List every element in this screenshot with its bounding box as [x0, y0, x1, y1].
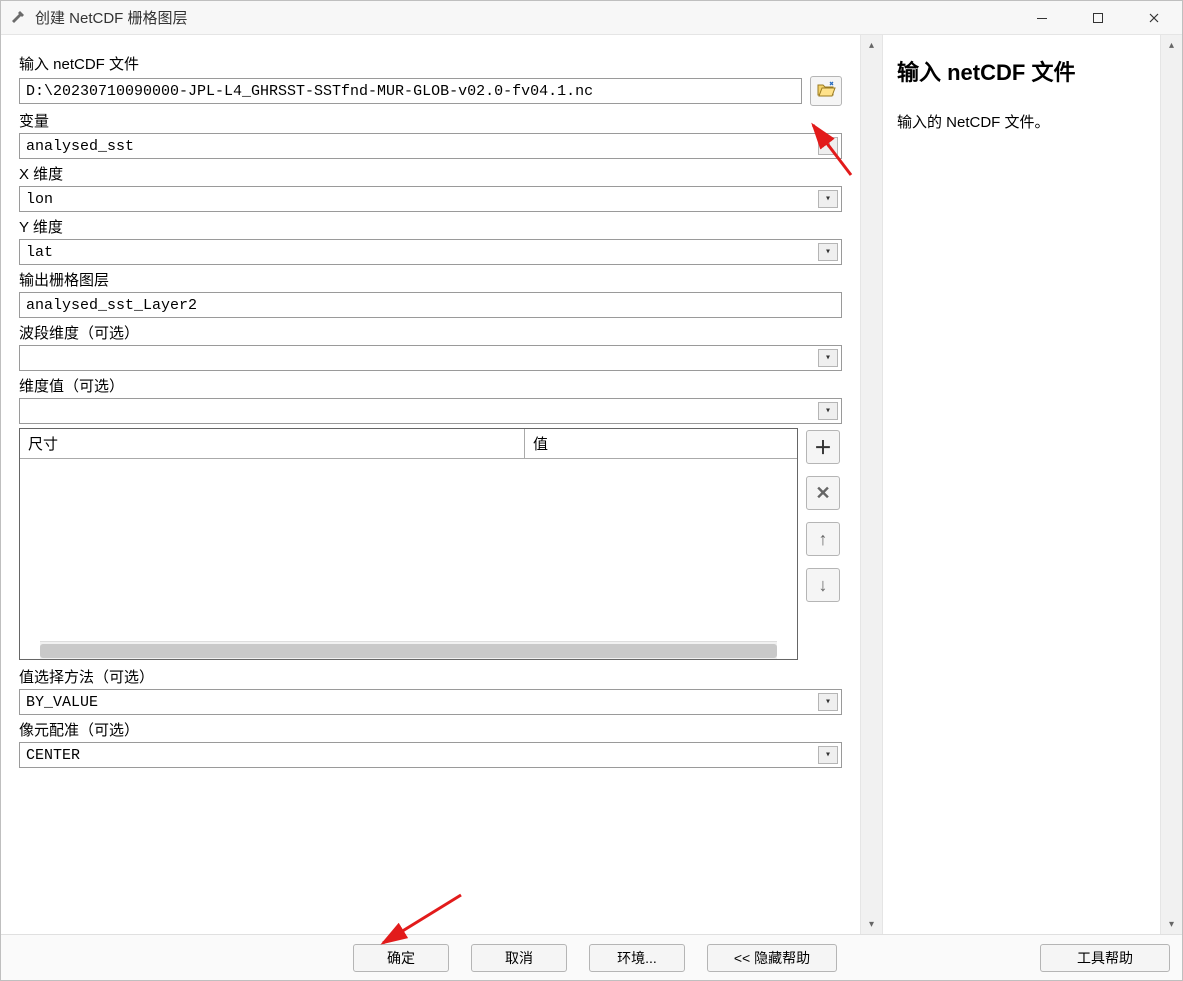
input-netcdf-field[interactable]: D:\20230710090000-JPL-L4_GHRSST-SSTfnd-M…: [19, 78, 802, 104]
chevron-down-icon: ▾: [818, 693, 838, 711]
tool-help-button[interactable]: 工具帮助: [1040, 944, 1170, 972]
chevron-down-icon: ▾: [818, 402, 838, 420]
dim-values-label: 维度值（可选）: [19, 375, 842, 396]
help-body: 输入 netCDF 文件 输入的 NetCDF 文件。: [883, 35, 1160, 934]
environments-button[interactable]: 环境...: [589, 944, 685, 972]
content-area: 输入 netCDF 文件 D:\20230710090000-JPL-L4_GH…: [1, 35, 1182, 934]
remove-row-button[interactable]: ✕: [806, 476, 840, 510]
variable-select[interactable]: analysed_sst ▾: [19, 133, 842, 159]
main-panel: 输入 netCDF 文件 D:\20230710090000-JPL-L4_GH…: [1, 35, 882, 934]
maximize-button[interactable]: [1070, 1, 1126, 35]
hammer-icon: [11, 10, 27, 26]
chevron-down-icon: ▾: [818, 243, 838, 261]
browse-button[interactable]: [810, 76, 842, 106]
xdim-select[interactable]: lon ▾: [19, 186, 842, 212]
dimensions-table-block: 尺寸 值 ＋ ✕ ↑ ↓: [19, 428, 842, 660]
titlebar: 创建 NetCDF 栅格图层: [1, 1, 1182, 35]
help-title: 输入 netCDF 文件: [897, 55, 1146, 87]
cancel-button[interactable]: 取消: [471, 944, 567, 972]
scroll-down-icon: ▾: [1161, 914, 1182, 934]
variable-label: 变量: [19, 110, 842, 131]
table-side-buttons: ＋ ✕ ↑ ↓: [806, 428, 842, 660]
value-select-method[interactable]: BY_VALUE ▾: [19, 689, 842, 715]
move-down-button[interactable]: ↓: [806, 568, 840, 602]
chevron-down-icon: ▾: [818, 137, 838, 155]
ok-button[interactable]: 确定: [353, 944, 449, 972]
cell-registration-select[interactable]: CENTER ▾: [19, 742, 842, 768]
dim-values-select[interactable]: ▾: [19, 398, 842, 424]
table-col-size: 尺寸: [20, 429, 525, 459]
form-area: 输入 netCDF 文件 D:\20230710090000-JPL-L4_GH…: [1, 35, 860, 934]
value-select-label: 值选择方法（可选）: [19, 666, 842, 687]
input-netcdf-label: 输入 netCDF 文件: [19, 53, 842, 74]
ydim-label: Y 维度: [19, 216, 842, 237]
table-body: [20, 459, 797, 641]
arrow-down-icon: ↓: [819, 575, 828, 596]
table-hscroll[interactable]: [40, 641, 777, 659]
table-col-value: 值: [525, 429, 797, 459]
footer: 确定 取消 环境... << 隐藏帮助 工具帮助: [1, 934, 1182, 980]
help-scrollbar[interactable]: ▴ ▾: [1160, 35, 1182, 934]
folder-open-icon: [816, 81, 836, 102]
band-dim-label: 波段维度（可选）: [19, 322, 842, 343]
output-layer-field[interactable]: analysed_sst_Layer2: [19, 292, 842, 318]
table-header: 尺寸 值: [20, 429, 797, 459]
scroll-up-icon: ▴: [861, 35, 882, 55]
output-layer-label: 输出栅格图层: [19, 269, 842, 290]
band-dim-select[interactable]: ▾: [19, 345, 842, 371]
window: 创建 NetCDF 栅格图层 输入 netCDF 文件 D:\202307100…: [0, 0, 1183, 981]
minimize-button[interactable]: [1014, 1, 1070, 35]
window-title: 创建 NetCDF 栅格图层: [35, 7, 188, 28]
chevron-down-icon: ▾: [818, 349, 838, 367]
chevron-down-icon: ▾: [818, 746, 838, 764]
cell-reg-label: 像元配准（可选）: [19, 719, 842, 740]
help-panel: 输入 netCDF 文件 输入的 NetCDF 文件。 ▴ ▾: [882, 35, 1182, 934]
arrow-up-icon: ↑: [819, 529, 828, 550]
x-icon: ✕: [815, 483, 830, 504]
close-button[interactable]: [1126, 1, 1182, 35]
move-up-button[interactable]: ↑: [806, 522, 840, 556]
chevron-down-icon: ▾: [818, 190, 838, 208]
main-scrollbar[interactable]: ▴ ▾: [860, 35, 882, 934]
dimensions-table[interactable]: 尺寸 值: [19, 428, 798, 660]
scroll-up-icon: ▴: [1161, 35, 1182, 55]
xdim-label: X 维度: [19, 163, 842, 184]
hide-help-button[interactable]: << 隐藏帮助: [707, 944, 837, 972]
scroll-down-icon: ▾: [861, 914, 882, 934]
add-row-button[interactable]: ＋: [806, 430, 840, 464]
plus-icon: ＋: [814, 434, 832, 460]
help-text: 输入的 NetCDF 文件。: [897, 111, 1146, 132]
ydim-select[interactable]: lat ▾: [19, 239, 842, 265]
